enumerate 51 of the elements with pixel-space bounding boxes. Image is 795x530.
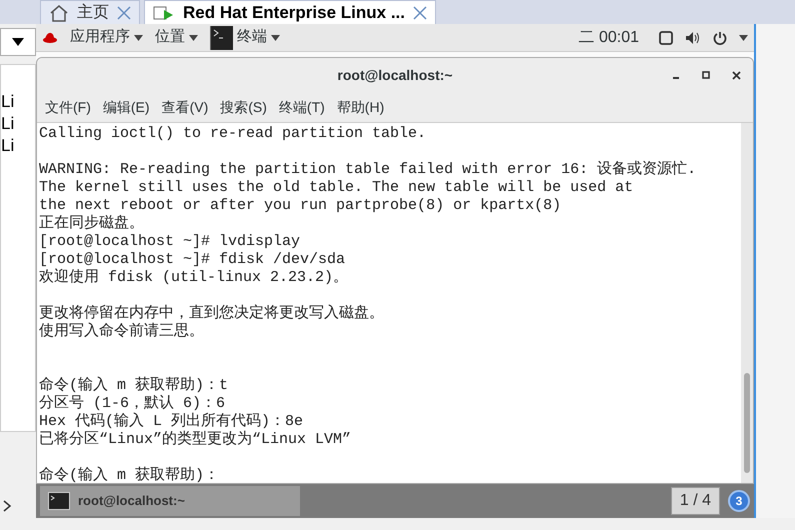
tab[interactable]: 主页 — [40, 0, 140, 24]
menu-button[interactable]: 应用程序 — [70, 26, 143, 49]
vm-play-icon — [153, 4, 175, 22]
terminal-line: Hex 代码(输入 L 列出所有代码)：8e — [39, 413, 304, 430]
terminal-line: [root@localhost ~]# lvdisplay — [39, 233, 302, 251]
list-item[interactable]: Li — [1, 135, 35, 157]
terminal-line: 正在同步磁盘。 — [39, 215, 145, 233]
volume-icon[interactable] — [685, 30, 701, 44]
home-icon — [49, 4, 69, 22]
taskbar-window-button[interactable]: root@localhost:~ — [40, 486, 300, 516]
caret-icon — [134, 34, 143, 40]
close-icon[interactable] — [732, 70, 741, 80]
menu-item[interactable]: 终端(T) — [278, 96, 325, 118]
menu-item[interactable]: 查看(V) — [162, 96, 208, 118]
maximize-icon[interactable] — [702, 71, 710, 79]
caret-icon — [271, 34, 280, 40]
clock: 二 00:01 — [578, 28, 639, 48]
tab[interactable]: Red Hat Enterprise Linux ... — [144, 0, 436, 24]
power-icon[interactable] — [713, 30, 727, 44]
terminal-icon — [48, 492, 70, 510]
menu-item[interactable]: 文件(F) — [45, 96, 91, 118]
hat-logo-icon — [42, 32, 58, 44]
terminal-line: 使用写入命令前请三思。 — [39, 323, 205, 341]
scrollbar[interactable] — [741, 123, 753, 483]
caret-icon — [12, 38, 24, 46]
terminal-line: 命令(输入 m 获取帮助)： — [39, 467, 220, 485]
workspace-switcher[interactable]: 1 / 4 — [670, 487, 720, 515]
terminal-line: 分区号 (1-6，默认 6)：6 — [39, 395, 226, 412]
terminal-line: the next reboot or after you run partprobe(8) or kpartx(8) — [39, 197, 562, 214]
app-menu-button[interactable]: 终端 — [210, 26, 280, 50]
terminal-line: [root@localhost ~]# fdisk /dev/sda — [39, 251, 346, 268]
menu-item[interactable]: 编辑(E) — [102, 96, 150, 118]
window-title: root@localhost:~ — [336, 66, 454, 84]
list-item[interactable]: Li — [1, 113, 35, 135]
menu-item[interactable]: 搜索(S) — [220, 96, 267, 118]
terminal-line: WARNING: Re-reading the partition table failed with error 16: 设备或资源忙. — [39, 161, 698, 179]
menu-item[interactable]: 帮助(H) — [336, 96, 384, 118]
caret-icon — [189, 34, 198, 40]
terminal-line: The kernel still uses the old table. The new table will be used at — [39, 179, 634, 197]
terminal-line: Calling ioctl() to re-read partition table. — [39, 125, 428, 143]
dropdown[interactable] — [0, 28, 36, 56]
chevron-right-icon[interactable] — [2, 500, 12, 512]
terminal-line: 已将分区“Linux”的类型更改为“Linux LVM” — [39, 431, 352, 449]
terminal-line: 命令(输入 m 获取帮助)：t — [39, 377, 230, 394]
window-icon[interactable] — [659, 30, 673, 44]
terminal-line: 欢迎使用 fdisk (util-linux 2.23.2)。 — [39, 269, 350, 287]
terminal-line: 更改将停留在内存中，直到您决定将更改写入磁盘。 — [39, 305, 385, 322]
menu-button[interactable]: 位置 — [155, 26, 198, 49]
list-item[interactable]: Li — [1, 91, 35, 113]
notification-badge: 3 — [728, 490, 750, 512]
caret-icon[interactable] — [739, 34, 748, 40]
